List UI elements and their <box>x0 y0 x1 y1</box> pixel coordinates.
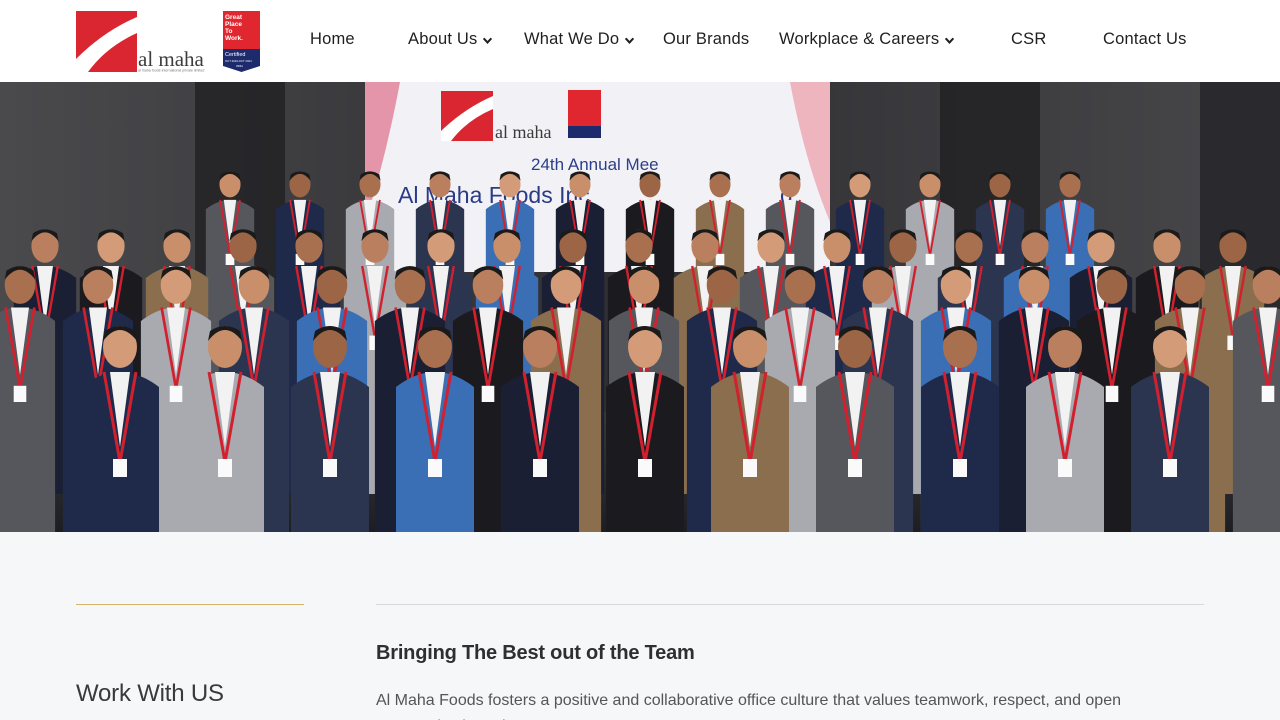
nav-our-brands-label: Our Brands <box>663 30 750 48</box>
nav-our-brands[interactable]: Our Brands <box>663 30 749 49</box>
chevron-down-icon <box>483 37 493 44</box>
nav-csr[interactable]: CSR <box>1011 30 1046 49</box>
section-divider-gold <box>76 604 304 605</box>
nav-contact-us[interactable]: Contact Us <box>1103 30 1187 49</box>
nav-home[interactable]: Home <box>310 30 355 49</box>
nav-about-us-label: About Us <box>408 30 478 48</box>
site-header: al maha al maha foods international priv… <box>0 0 1280 82</box>
section-divider-grey <box>376 604 1204 605</box>
nav-what-we-do-label: What We Do <box>524 30 620 48</box>
nav-what-we-do[interactable]: What We Do <box>524 30 635 49</box>
nav-about-us[interactable]: About Us <box>408 30 493 49</box>
nav-csr-label: CSR <box>1011 30 1047 48</box>
team-photo-illustration: al maha 24th Annual Mee Al Maha Foods In… <box>0 82 1280 532</box>
main-nav: Home About Us What We Do Our Brands Work… <box>0 0 1280 82</box>
svg-text:24th Annual Mee: 24th Annual Mee <box>531 155 659 174</box>
hero-team-photo: al maha 24th Annual Mee Al Maha Foods In… <box>0 82 1280 532</box>
nav-contact-us-label: Contact Us <box>1103 30 1187 48</box>
section-paragraph: Al Maha Foods fosters a positive and col… <box>376 692 1121 720</box>
nav-workplace-careers-label: Workplace & Careers <box>779 30 940 48</box>
chevron-down-icon <box>945 37 955 44</box>
section-heading: Bringing The Best out of the Team <box>376 642 695 664</box>
svg-text:al maha: al maha <box>495 122 551 142</box>
nav-home-label: Home <box>310 30 355 48</box>
chevron-down-icon <box>625 37 635 44</box>
work-with-us-section: Work With US Bringing The Best out of th… <box>0 532 1280 720</box>
nav-workplace-careers[interactable]: Workplace & Careers <box>779 30 955 49</box>
side-title: Work With US <box>76 680 224 707</box>
